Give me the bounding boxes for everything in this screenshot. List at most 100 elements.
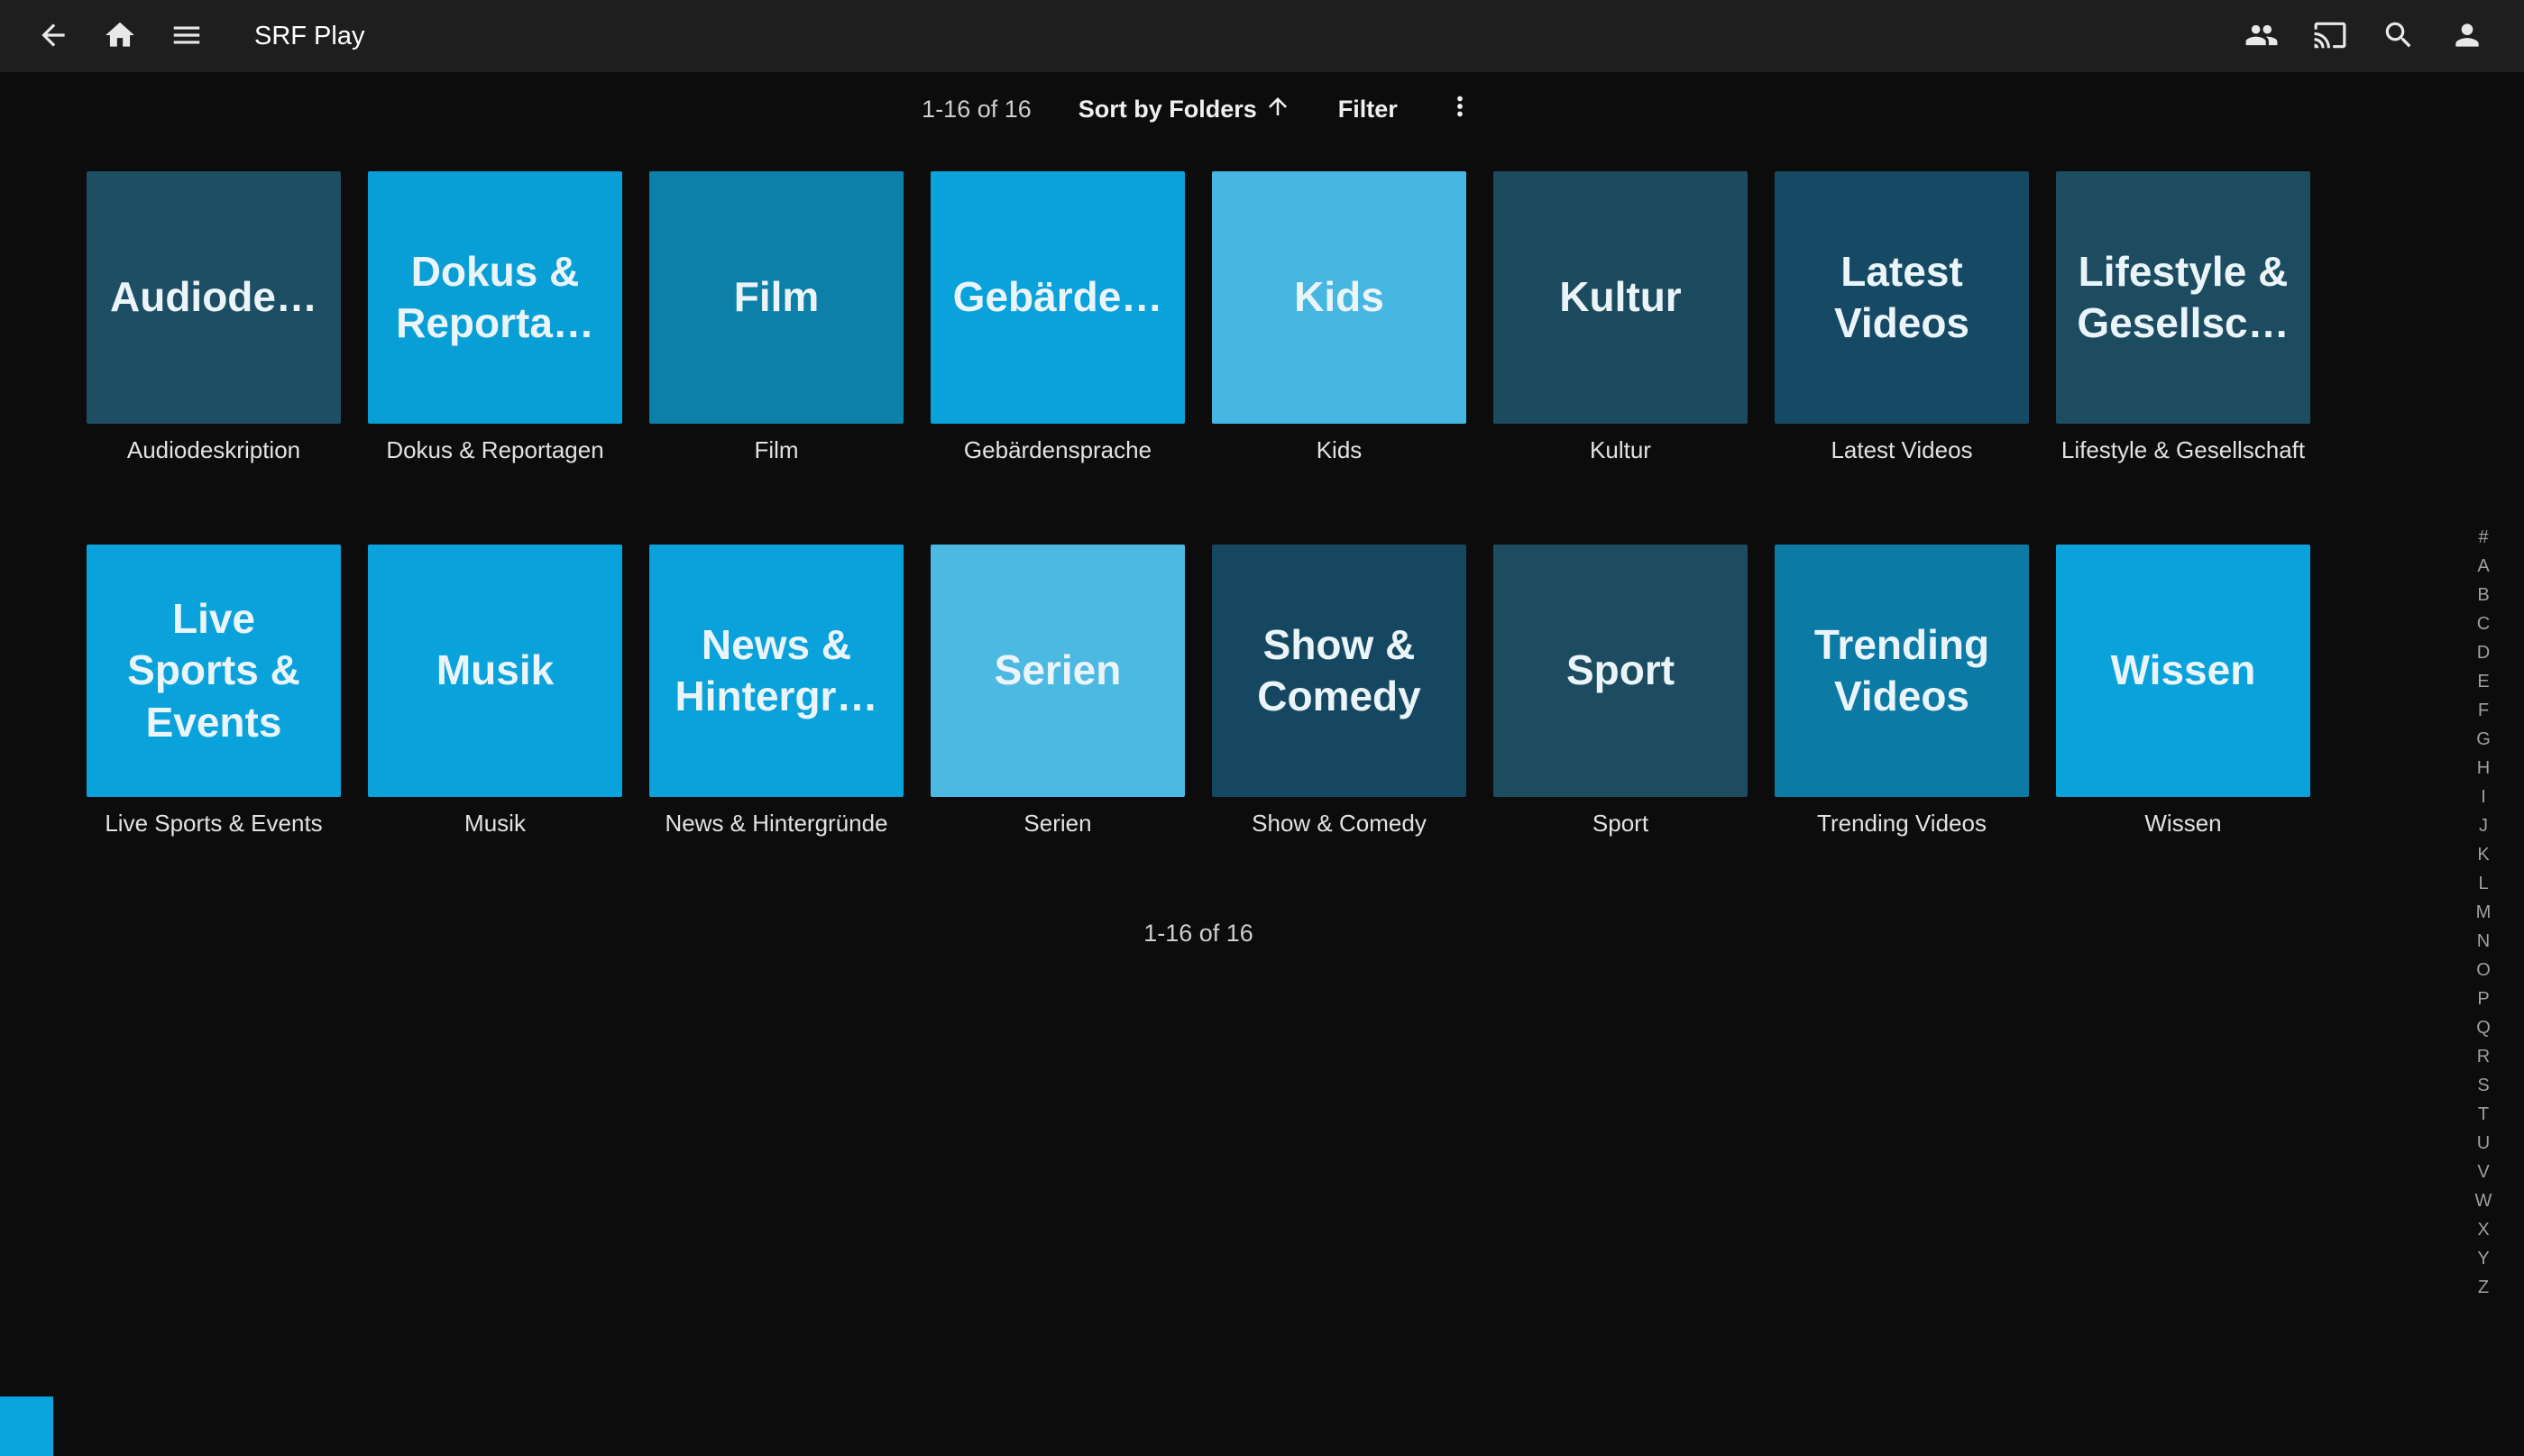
alphabet-letter[interactable]: T [2468, 1100, 2499, 1129]
alphabet-letter[interactable]: C [2468, 609, 2499, 638]
folder-cell: Musik Musik [368, 545, 622, 837]
alphabet-letter[interactable]: M [2468, 898, 2499, 927]
folder-tile[interactable]: Film [649, 171, 904, 424]
folder-cell: Kultur Kultur [1493, 171, 1748, 463]
folder-tile[interactable]: News & Hintergr… [649, 545, 904, 797]
footer-item-count: 1-16 of 16 [87, 920, 2310, 947]
cast-button[interactable] [2309, 15, 2351, 57]
cast-icon [2313, 18, 2347, 55]
folder-caption: Musik [368, 810, 622, 837]
alphabet-letter[interactable]: I [2468, 783, 2499, 811]
folder-cell: Audiode… Audiodeskription [87, 171, 341, 463]
alphabet-letter[interactable]: V [2468, 1158, 2499, 1186]
user-profile-button[interactable] [2446, 15, 2488, 57]
folder-tile[interactable]: Dokus & Reporta… [368, 171, 622, 424]
alphabet-letter[interactable]: Z [2468, 1273, 2499, 1302]
alphabet-letter[interactable]: J [2468, 811, 2499, 840]
folder-tile-label: Trending Videos [1791, 619, 2013, 723]
folder-grid: Audiode… Audiodeskription Dokus & Reporta…… [87, 171, 2310, 837]
folder-caption: Trending Videos [1775, 810, 2029, 837]
folder-caption: News & Hintergründe [649, 810, 904, 837]
user-icon [2450, 18, 2484, 55]
alphabet-letter[interactable]: E [2468, 667, 2499, 696]
sort-label: Sort by Folders [1078, 96, 1257, 124]
menu-button[interactable] [166, 15, 207, 57]
alphabet-letter[interactable]: W [2468, 1186, 2499, 1215]
alphabet-letter[interactable]: S [2468, 1071, 2499, 1100]
folder-cell: Lifestyle & Gesellsc… Lifestyle & Gesells… [2056, 171, 2310, 463]
alphabet-letter[interactable]: G [2468, 725, 2499, 754]
more-options-button[interactable] [1445, 91, 1475, 128]
folder-tile-label: Kids [1294, 271, 1384, 324]
alphabet-letter[interactable]: F [2468, 696, 2499, 725]
folder-tile[interactable]: Serien [931, 545, 1185, 797]
folder-cell: Show & ComedyShow & Comedy [1212, 545, 1466, 837]
folder-cell: Latest Videos Latest Videos [1775, 171, 2029, 463]
alphabet-letter[interactable]: L [2468, 869, 2499, 898]
home-button[interactable] [99, 15, 141, 57]
alphabet-letter[interactable]: N [2468, 927, 2499, 956]
folder-tile[interactable]: Sport [1493, 545, 1748, 797]
folder-cell: Trending Videos Trending Videos [1775, 545, 2029, 837]
search-button[interactable] [2378, 15, 2419, 57]
alphabet-letter[interactable]: K [2468, 840, 2499, 869]
folder-caption: Kultur [1493, 436, 1748, 463]
alphabet-letter[interactable]: U [2468, 1129, 2499, 1158]
folder-cell: Sport Sport [1493, 545, 1748, 837]
alphabet-letter[interactable]: R [2468, 1042, 2499, 1071]
folder-tile[interactable]: Wissen [2056, 545, 2310, 797]
folder-tile[interactable]: Show & Comedy [1212, 545, 1466, 797]
folder-cell: Gebärde… Gebärdensprache [931, 171, 1185, 463]
folder-tile[interactable]: Musik [368, 545, 622, 797]
sort-button[interactable]: Sort by Folders [1078, 93, 1291, 126]
alphabet-letter[interactable]: B [2468, 581, 2499, 609]
alphabet-letter[interactable]: X [2468, 1215, 2499, 1244]
alphabet-scroller: #ABCDEFGHIJKLMNOPQRSTUVWXYZ [2468, 523, 2499, 1302]
syncplay-group-button[interactable] [2241, 15, 2282, 57]
folder-tile-label: Lifestyle & Gesellsc… [2072, 246, 2294, 350]
alphabet-letter[interactable]: O [2468, 956, 2499, 984]
folder-tile[interactable]: Latest Videos [1775, 171, 2029, 424]
folder-tile-label: Film [734, 271, 820, 324]
folder-caption: Film [649, 436, 904, 463]
folder-tile[interactable]: Audiode… [87, 171, 341, 424]
folder-caption: Latest Videos [1775, 436, 2029, 463]
folder-tile[interactable]: Live Sports & Events [87, 545, 341, 797]
alphabet-letter[interactable]: P [2468, 984, 2499, 1013]
folder-caption: Audiodeskription [87, 436, 341, 463]
folder-tile[interactable]: Kids [1212, 171, 1466, 424]
app-bar-right [2241, 15, 2488, 57]
folder-tile[interactable]: Kultur [1493, 171, 1748, 424]
folder-caption: Kids [1212, 436, 1466, 463]
folder-caption: Sport [1493, 810, 1748, 837]
app-bar: SRF Play [0, 0, 2524, 72]
alphabet-letter[interactable]: H [2468, 754, 2499, 783]
folder-cell: Live Sports & EventsLive Sports & Events [87, 545, 341, 837]
filter-button[interactable]: Filter [1338, 96, 1398, 124]
alphabet-letter[interactable]: # [2468, 523, 2499, 552]
folder-caption: Lifestyle & Gesellschaft [2056, 436, 2310, 463]
alphabet-letter[interactable]: A [2468, 552, 2499, 581]
folder-tile[interactable]: Lifestyle & Gesellsc… [2056, 171, 2310, 424]
folder-tile-label: Dokus & Reporta… [384, 246, 606, 350]
back-button[interactable] [32, 15, 74, 57]
list-header: 1-16 of 16 Sort by Folders Filter [87, 90, 2310, 128]
folder-tile-label: Musik [436, 645, 554, 697]
alphabet-letter[interactable]: Y [2468, 1244, 2499, 1273]
screen: SRF Play [0, 0, 2524, 1456]
folder-cell: Wissen Wissen [2056, 545, 2310, 837]
hamburger-menu-icon [170, 18, 204, 55]
group-people-icon [2244, 18, 2279, 55]
page-title: SRF Play [254, 22, 364, 51]
folder-caption: Dokus & Reportagen [368, 436, 622, 463]
folder-caption: Wissen [2056, 810, 2310, 837]
folder-tile[interactable]: Gebärde… [931, 171, 1185, 424]
alphabet-letter[interactable]: D [2468, 638, 2499, 667]
folder-tile[interactable]: Trending Videos [1775, 545, 2029, 797]
alphabet-letter[interactable]: Q [2468, 1013, 2499, 1042]
folder-caption: Gebärdensprache [931, 436, 1185, 463]
main-content: 1-16 of 16 Sort by Folders Filter Audiod… [0, 90, 2524, 947]
home-icon [103, 18, 137, 55]
folder-tile-label: Sport [1566, 645, 1675, 697]
app-bar-left: SRF Play [32, 15, 364, 57]
